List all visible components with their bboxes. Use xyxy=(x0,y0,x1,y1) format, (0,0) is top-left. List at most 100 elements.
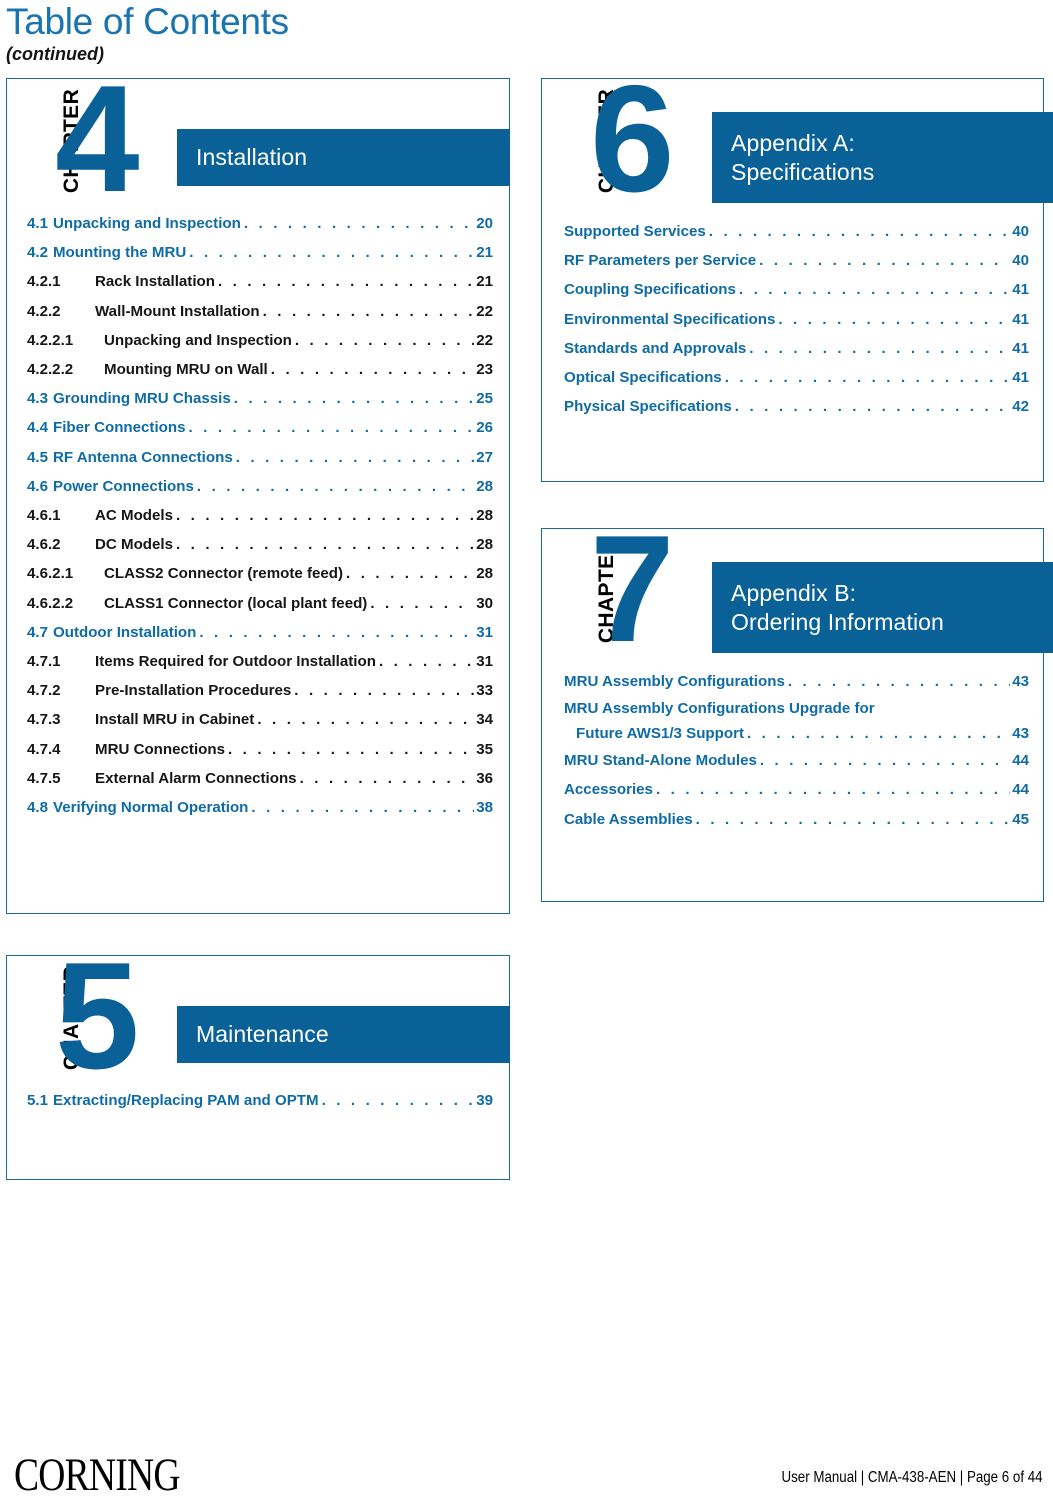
toc-entry[interactable]: Optical Specifications. . . . . . . . . … xyxy=(564,363,1029,392)
toc-entry[interactable]: 4.2 Mounting the MRU. . . . . . . . . . .… xyxy=(27,238,493,267)
toc-entry-number: 4.7 xyxy=(27,623,48,641)
toc-entry-page: 41 xyxy=(1012,281,1029,299)
toc-entry[interactable]: Accessories. . . . . . . . . . . . . . .… xyxy=(564,775,1029,804)
toc-leader-dots: . . . . . . . . . . . . . . . . . . . . … xyxy=(196,477,474,495)
toc-leader-dots: . . . . . . . . . . . . . . . . . . . . … xyxy=(695,810,1011,828)
toc-entry-page: 35 xyxy=(476,740,493,758)
toc-leader-dots: . . . . . . . . . . . . . . . . . . . . … xyxy=(738,281,1011,299)
toc-entry-page: 34 xyxy=(476,711,493,729)
chapter-header: CHAPTER 6 Appendix A: Specifications xyxy=(542,63,1053,215)
toc-entry[interactable]: Cable Assemblies. . . . . . . . . . . . … xyxy=(564,805,1029,834)
toc-entry-label: Future AWS1/3 Support xyxy=(576,725,744,743)
toc-entry[interactable]: 4.7.4 MRU Connections. . . . . . . . . . … xyxy=(27,735,493,764)
toc-entry-page: 40 xyxy=(1012,252,1029,270)
toc-entry-page: 41 xyxy=(1012,310,1029,328)
toc-entry-number: 4.2.2 xyxy=(27,302,61,320)
toc-entry-page: 28 xyxy=(476,477,493,495)
corning-logo: CORNING xyxy=(14,1449,181,1501)
chapter-title-banner: Maintenance xyxy=(177,1006,510,1063)
toc-entry-page: 22 xyxy=(476,331,493,349)
toc-entry-label: Optical Specifications xyxy=(564,369,722,387)
toc-entry[interactable]: 4.5 RF Antenna Connections. . . . . . . .… xyxy=(27,443,493,472)
toc-entry-number: 4.7.4 xyxy=(27,740,61,758)
toc-list: 4.1 Unpacking and Inspection. . . . . . .… xyxy=(7,197,509,822)
toc-entry-page: 26 xyxy=(476,419,493,437)
toc-entry[interactable]: 4.7 Outdoor Installation. . . . . . . . .… xyxy=(27,618,493,647)
toc-entry-label: Environmental Specifications xyxy=(564,310,776,328)
toc-entry-label: Standards and Approvals xyxy=(564,339,747,357)
toc-entry[interactable]: 4.2.2 Wall-Mount Installation. . . . . . … xyxy=(27,297,493,326)
toc-leader-dots: . . . . . . . . . . . . . . . . . . . . … xyxy=(233,390,474,408)
toc-entry-label: CLASS1 Connector (local plant feed) xyxy=(104,594,368,612)
toc-entry[interactable]: RF Parameters per Service. . . . . . . .… xyxy=(564,246,1029,275)
toc-leader-dots: . . . . . . . . . . . . . . . . . . . . … xyxy=(176,536,474,554)
toc-entry-label: CLASS2 Connector (remote feed) xyxy=(104,565,344,583)
toc-entry-page: 44 xyxy=(1012,781,1029,799)
chapter-title-banner: Appendix B: Ordering Information xyxy=(712,562,1053,653)
toc-entry-number: 4.2.1 xyxy=(27,273,61,291)
toc-entry[interactable]: 4.6 Power Connections. . . . . . . . . . … xyxy=(27,472,493,501)
toc-entry[interactable]: Physical Specifications. . . . . . . . .… xyxy=(564,392,1029,421)
toc-entry-number: 4.7.3 xyxy=(27,711,61,729)
toc-leader-dots: . . . . . . . . . . . . . . . . . . . . … xyxy=(655,781,1010,799)
toc-entry[interactable]: 4.6.1 AC Models. . . . . . . . . . . . . … xyxy=(27,501,493,530)
toc-entry-number: 4.7.5 xyxy=(27,769,61,787)
chapter-box-5: CHAPTER 5 Maintenance 5.1 Extracting/Replaci… xyxy=(6,940,510,1180)
toc-entry-page: 27 xyxy=(476,448,493,466)
toc-entry[interactable]: 4.7.2 Pre-Installation Procedures. . . . … xyxy=(27,676,493,705)
toc-leader-dots: . . . . . . . . . . . . . . . . . . . . … xyxy=(346,565,474,583)
toc-leader-dots: . . . . . . . . . . . . . . . . . . . . … xyxy=(270,361,474,379)
toc-entry[interactable]: Future AWS1/3 Support. . . . . . . . . .… xyxy=(564,721,1029,746)
toc-entry-page: 41 xyxy=(1012,369,1029,387)
toc-entry[interactable]: 4.8 Verifying Normal Operation. . . . . .… xyxy=(27,793,493,822)
toc-leader-dots: . . . . . . . . . . . . . . . . . . . . … xyxy=(227,740,474,758)
toc-entry[interactable]: Standards and Approvals. . . . . . . . .… xyxy=(564,334,1029,363)
chapter-number: 7 xyxy=(590,504,675,674)
toc-entry-page: 39 xyxy=(476,1092,493,1109)
toc-entry-page: 31 xyxy=(476,653,493,671)
toc-entry-label: DC Models xyxy=(95,536,173,554)
toc-entry[interactable]: MRU Stand-Alone Modules. . . . . . . . .… xyxy=(564,746,1029,775)
toc-leader-dots: . . . . . . . . . . . . . . . . . . . . … xyxy=(708,223,1010,240)
page-title: Table of Contents xyxy=(6,1,289,42)
toc-entry[interactable]: Environmental Specifications. . . . . . … xyxy=(564,305,1029,334)
toc-entry[interactable]: 4.6.2.2 CLASS1 Connector (local plant fee… xyxy=(27,589,493,618)
toc-entry[interactable]: 4.3 Grounding MRU Chassis. . . . . . . . … xyxy=(27,384,493,413)
toc-entry-label: Wall-Mount Installation xyxy=(95,302,260,320)
toc-leader-dots: . . . . . . . . . . . . . . . . . . . . … xyxy=(189,244,474,262)
toc-entry[interactable]: 4.6.2.1 CLASS2 Connector (remote feed). .… xyxy=(27,559,493,588)
chapter-title-banner: Appendix A: Specifications xyxy=(712,112,1053,203)
chapter-title-banner: Installation xyxy=(177,129,510,186)
toc-entry-page: 38 xyxy=(476,799,493,817)
toc-entry[interactable]: 4.7.5 External Alarm Connections. . . . .… xyxy=(27,764,493,793)
toc-entry[interactable]: 4.2.2.1 Unpacking and Inspection. . . . .… xyxy=(27,326,493,355)
toc-entry-page: 40 xyxy=(1012,223,1029,240)
toc-entry[interactable]: 4.4 Fiber Connections. . . . . . . . . . … xyxy=(27,413,493,442)
toc-entry-number: 4.5 xyxy=(27,448,48,466)
toc-leader-dots: . . . . . . . . . . . . . . . . . . . . … xyxy=(188,419,475,437)
toc-entry[interactable]: 4.2.1 Rack Installation. . . . . . . . . … xyxy=(27,267,493,296)
toc-entry-label: Unpacking and Inspection xyxy=(104,331,292,349)
toc-entry-page: 28 xyxy=(476,565,493,583)
toc-leader-dots: . . . . . . . . . . . . . . . . . . . . … xyxy=(370,594,474,612)
toc-entry-number: 4.2.2.1 xyxy=(27,331,74,349)
chapter-title-line: Appendix B: xyxy=(731,579,857,606)
toc-entry-label: External Alarm Connections xyxy=(95,769,297,787)
toc-entry-page: 45 xyxy=(1012,810,1029,828)
toc-entry[interactable]: 4.7.1 Items Required for Outdoor Installa… xyxy=(27,647,493,676)
toc-entry[interactable]: 4.6.2 DC Models. . . . . . . . . . . . . … xyxy=(27,530,493,559)
toc-list: Supported Services. . . . . . . . . . . … xyxy=(542,197,1043,421)
toc-entry[interactable]: 4.7.3 Install MRU in Cabinet. . . . . . .… xyxy=(27,705,493,734)
toc-entry-number: 4.6.2.1 xyxy=(27,565,74,583)
toc-entry-page: 33 xyxy=(476,682,493,700)
toc-leader-dots: . . . . . . . . . . . . . . . . . . . . … xyxy=(724,369,1011,387)
toc-entry[interactable]: 4.2.2.2 Mounting MRU on Wall. . . . . . .… xyxy=(27,355,493,384)
toc-entry-label: Fiber Connections xyxy=(52,419,186,437)
toc-entry-label: Accessories xyxy=(564,781,653,799)
toc-entry-page: 22 xyxy=(476,302,493,320)
toc-entry-label: Pre-Installation Procedures xyxy=(95,682,292,700)
chapter-header: CHAPTER 7 Appendix B: Ordering Information xyxy=(542,513,1053,665)
toc-entry[interactable]: Coupling Specifications. . . . . . . . .… xyxy=(564,275,1029,304)
toc-leader-dots: . . . . . . . . . . . . . . . . . . . . … xyxy=(787,673,1010,690)
toc-entry-number: 5.1 xyxy=(27,1092,48,1109)
